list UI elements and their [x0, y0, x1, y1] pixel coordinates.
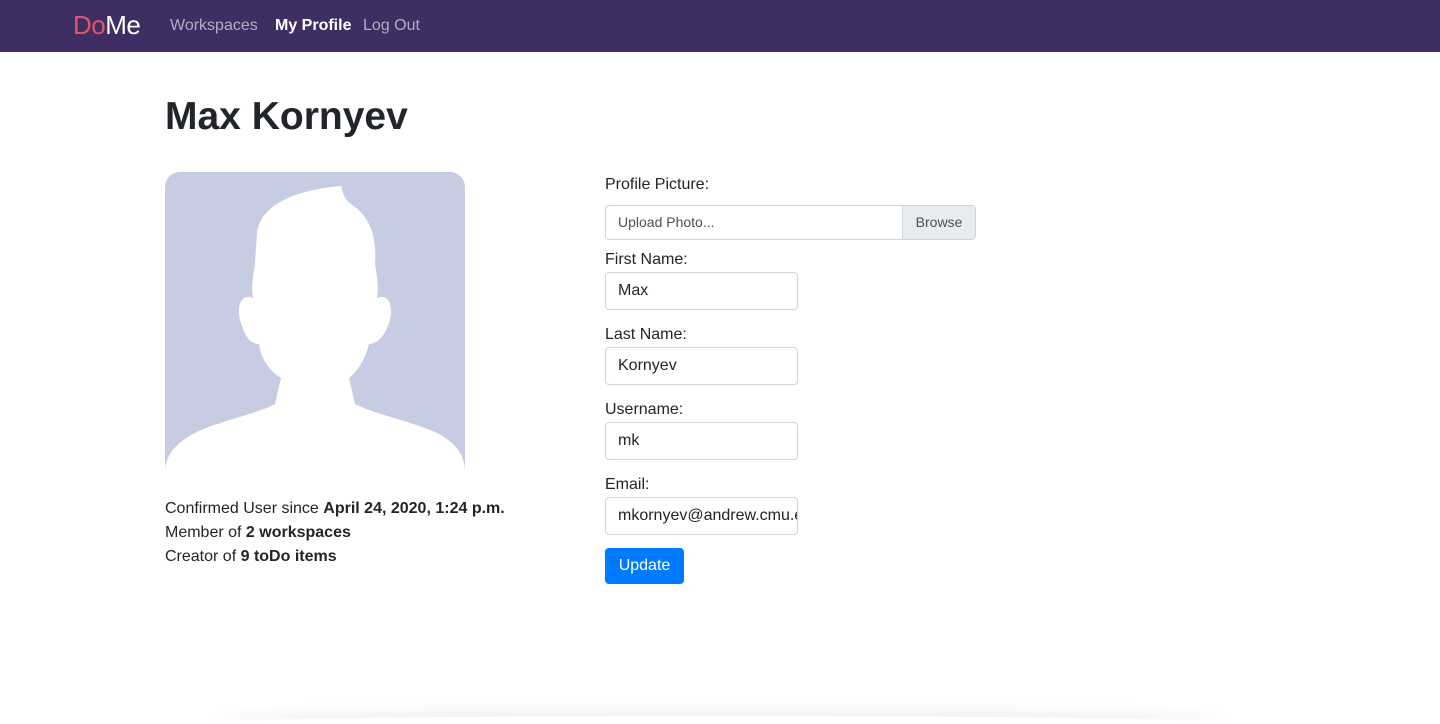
footer-shadow-divider [215, 716, 1225, 724]
update-button[interactable]: Update [605, 548, 684, 584]
username-label: Username: [605, 401, 684, 418]
stat-creator-label: Creator of [165, 548, 241, 565]
last-name-label: Last Name: [605, 326, 687, 343]
profile-picture-upload[interactable]: Upload Photo... Browse [605, 205, 976, 240]
stat-creator-value: 9 toDo items [240, 548, 337, 565]
default-user-silhouette-icon [165, 186, 465, 472]
brand-logo[interactable]: DoMe [73, 9, 141, 41]
email-label: Email: [605, 476, 650, 493]
first-name-field[interactable]: Max [605, 272, 798, 310]
stat-member-label: Member of [165, 524, 246, 541]
brand-do: Do [73, 10, 106, 40]
last-name-field[interactable]: Kornyev [605, 347, 798, 385]
stat-confirmed-value: April 24, 2020, 1:24 p.m. [323, 500, 505, 517]
profile-avatar [165, 172, 465, 472]
nav-logout-link[interactable]: Log Out [363, 16, 420, 36]
stat-confirmed: Confirmed User since April 24, 2020, 1:2… [165, 497, 505, 521]
first-name-label: First Name: [605, 251, 688, 268]
user-stats: Confirmed User since April 24, 2020, 1:2… [165, 497, 505, 569]
stat-confirmed-label: Confirmed User since [165, 500, 324, 517]
nav-workspaces-link[interactable]: Workspaces [170, 16, 258, 36]
profile-picture-label: Profile Picture: [605, 176, 710, 193]
username-field[interactable]: mk [605, 422, 798, 460]
navbar: DoMe Workspaces My Profile Log Out [0, 0, 1440, 52]
stat-member-value: 2 workspaces [245, 524, 351, 541]
brand-me: Me [105, 10, 141, 40]
email-field[interactable]: mkornyev@andrew.cmu.edu [605, 497, 798, 535]
browse-button[interactable]: Browse [902, 206, 975, 239]
stat-member: Member of 2 workspaces [165, 521, 505, 545]
page-title: Max Kornyev [165, 95, 408, 138]
nav-my-profile-link[interactable]: My Profile [275, 16, 351, 36]
stat-creator: Creator of 9 toDo items [165, 545, 505, 569]
upload-photo-placeholder: Upload Photo... [618, 214, 715, 230]
